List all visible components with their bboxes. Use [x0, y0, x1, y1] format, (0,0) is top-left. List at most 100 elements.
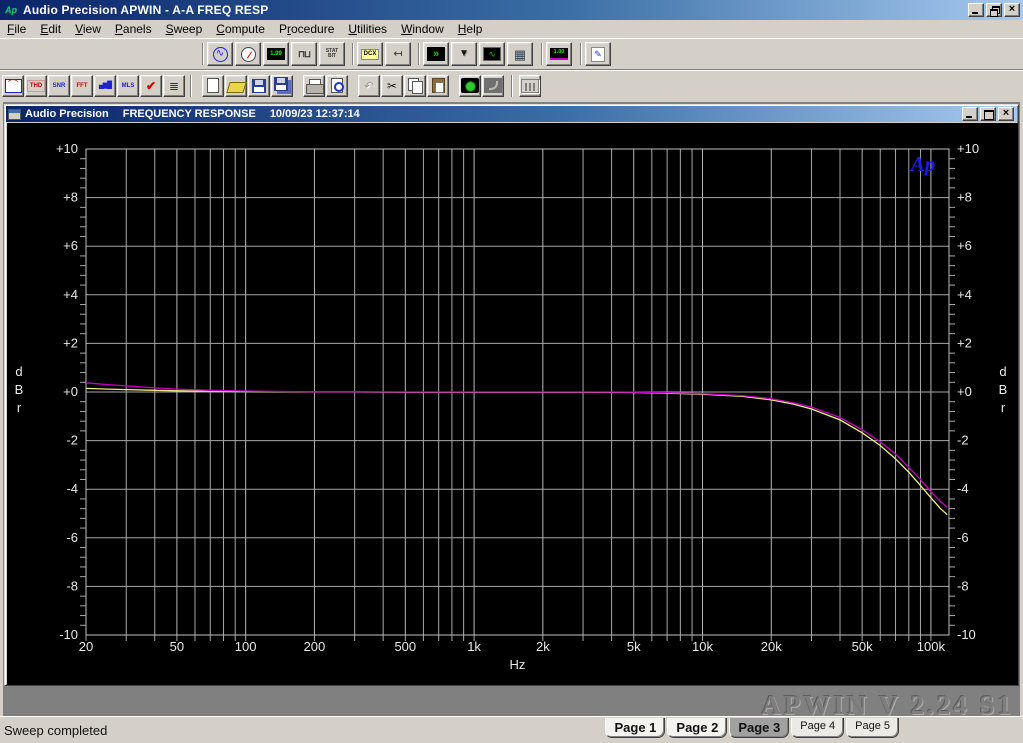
print-preview-icon — [331, 78, 343, 93]
meter-bars-button[interactable] — [519, 75, 541, 97]
status-bits-button[interactable]: STAT BIT — [319, 42, 345, 66]
svg-text:+4: +4 — [63, 287, 78, 302]
svg-text:-8: -8 — [66, 578, 78, 593]
status-bar: Sweep completed Page 1Page 2Page 3Page 4… — [0, 716, 1023, 743]
menu-utilities[interactable]: Utilities — [341, 21, 394, 37]
svg-text:500: 500 — [394, 639, 416, 654]
svg-text:+10: +10 — [56, 141, 78, 156]
open-test-button[interactable] — [225, 75, 247, 97]
svg-text:Ap: Ap — [909, 152, 936, 176]
fft-panel-button[interactable]: FFT — [71, 75, 93, 97]
test-list-button[interactable]: ≣ — [163, 75, 185, 97]
online-button[interactable] — [459, 75, 481, 97]
toolbar-separator — [190, 75, 192, 97]
graph-minimize-icon[interactable] — [962, 107, 978, 121]
frequency-response-button[interactable]: ⌒ — [2, 75, 24, 97]
menu-help[interactable]: Help — [451, 21, 490, 37]
meter-bars-icon — [521, 79, 539, 93]
toolbar-separator — [418, 43, 420, 65]
copy-button[interactable] — [404, 75, 426, 97]
svg-text:+0: +0 — [957, 384, 972, 399]
digital-io-icon: ⊓⊔ — [295, 46, 313, 62]
print-button[interactable] — [303, 75, 325, 97]
menu-view[interactable]: View — [68, 21, 108, 37]
restore-icon[interactable] — [986, 3, 1002, 17]
sweep-spectrum-button[interactable]: ▼ — [451, 42, 477, 66]
menu-panels[interactable]: Panels — [108, 21, 159, 37]
svg-text:-2: -2 — [66, 433, 78, 448]
tab-page-5[interactable]: Page 5 — [846, 718, 899, 738]
tab-page-3[interactable]: Page 3 — [729, 718, 789, 738]
svg-text:5k: 5k — [627, 639, 641, 654]
menu-procedure[interactable]: Procedure — [272, 21, 341, 37]
dcx-panel-button[interactable]: DCX — [357, 42, 383, 66]
save-all-button[interactable] — [271, 75, 293, 97]
toolbar-row1: ∿ 1.99 ⊓⊔ STAT BIT DCX↤ » ▼ ∿ ▦ 1.00 ✎ — [0, 39, 1023, 70]
svg-text:+2: +2 — [957, 335, 972, 350]
print-preview-button[interactable] — [326, 75, 348, 97]
minimize-icon[interactable] — [968, 3, 984, 17]
svg-text:-4: -4 — [957, 481, 969, 496]
svg-text:+10: +10 — [957, 141, 979, 156]
graph-panel-button[interactable]: ∿ — [479, 42, 505, 66]
analog-analyzer-button[interactable] — [235, 42, 261, 66]
verify-button[interactable]: ✔ — [140, 75, 162, 97]
fft-icon: FFT — [73, 78, 91, 94]
status-bits-icon: STAT BIT — [323, 46, 341, 62]
multitone-panel-button[interactable]: ▄▆█ — [94, 75, 116, 97]
save-test-button[interactable] — [248, 75, 270, 97]
data-editor-button[interactable]: ▦ — [507, 42, 533, 66]
status-message: Sweep completed — [4, 723, 107, 738]
repeat-button[interactable] — [482, 75, 504, 97]
svg-text:50: 50 — [170, 639, 184, 654]
sweep-panel-button[interactable]: » — [423, 42, 449, 66]
menu-file[interactable]: File — [0, 21, 33, 37]
bar-graph-button[interactable]: 1.00 — [546, 42, 572, 66]
menu-compute[interactable]: Compute — [209, 21, 272, 37]
macro-editor-button[interactable]: ✎ — [585, 42, 611, 66]
graph-document-icon — [8, 109, 21, 120]
svg-text:200: 200 — [304, 639, 326, 654]
digital-io-button[interactable]: ⊓⊔ — [291, 42, 317, 66]
mdi-background: Audio Precision FREQUENCY RESPONSE 10/09… — [3, 102, 1020, 716]
tab-page-4[interactable]: Page 4 — [791, 718, 844, 738]
tab-page-2[interactable]: Page 2 — [667, 718, 727, 738]
new-test-button[interactable] — [202, 75, 224, 97]
print-icon — [305, 79, 323, 93]
graph-window: Audio Precision FREQUENCY RESPONSE 10/09… — [4, 104, 1019, 686]
online-icon — [461, 78, 479, 93]
close-icon[interactable]: × — [1004, 3, 1020, 17]
tab-page-1[interactable]: Page 1 — [605, 718, 665, 738]
graph-timestamp: 10/09/23 12:37:14 — [270, 108, 360, 120]
graph-close-icon[interactable]: × — [998, 107, 1014, 121]
svg-text:100k: 100k — [917, 639, 946, 654]
menu-window[interactable]: Window — [394, 21, 451, 37]
sweep-go-icon: » — [427, 47, 445, 61]
svg-text:-10: -10 — [957, 627, 976, 642]
analog-generator-button[interactable]: ∿ — [207, 42, 233, 66]
copy-icon — [407, 78, 423, 93]
mls-panel-button[interactable]: MLS — [117, 75, 139, 97]
graph-window-title-bar[interactable]: Audio Precision FREQUENCY RESPONSE 10/09… — [6, 106, 1017, 122]
digital-multimeter-button[interactable]: 1.99 — [263, 42, 289, 66]
menu-edit[interactable]: Edit — [33, 21, 68, 37]
page-tabs: Page 1Page 2Page 3Page 4Page 5 — [603, 718, 899, 738]
verify-icon: ✔ — [142, 78, 160, 94]
paste-button[interactable] — [427, 75, 449, 97]
menu-sweep[interactable]: Sweep — [159, 21, 210, 37]
thd-panel-button[interactable]: THD — [25, 75, 47, 97]
sweep-spectrum-icon: ▼ — [455, 46, 473, 62]
save-file-icon — [252, 79, 266, 93]
graph-panel-icon: ∿ — [483, 47, 501, 61]
multitone-icon: ▄▆█ — [96, 78, 114, 94]
svg-text:1k: 1k — [467, 639, 481, 654]
undo-button[interactable]: ↶ — [358, 75, 380, 97]
svg-text:-10: -10 — [59, 627, 78, 642]
snr-panel-button[interactable]: SNR — [48, 75, 70, 97]
graph-maximize-icon[interactable] — [980, 107, 996, 121]
cut-button[interactable]: ✂ — [381, 75, 403, 97]
save-all-icon — [274, 77, 288, 91]
switcher-button[interactable]: ↤ — [385, 42, 411, 66]
svg-text:+8: +8 — [63, 190, 78, 205]
apwin-logo-icon: Ap — [3, 2, 19, 18]
